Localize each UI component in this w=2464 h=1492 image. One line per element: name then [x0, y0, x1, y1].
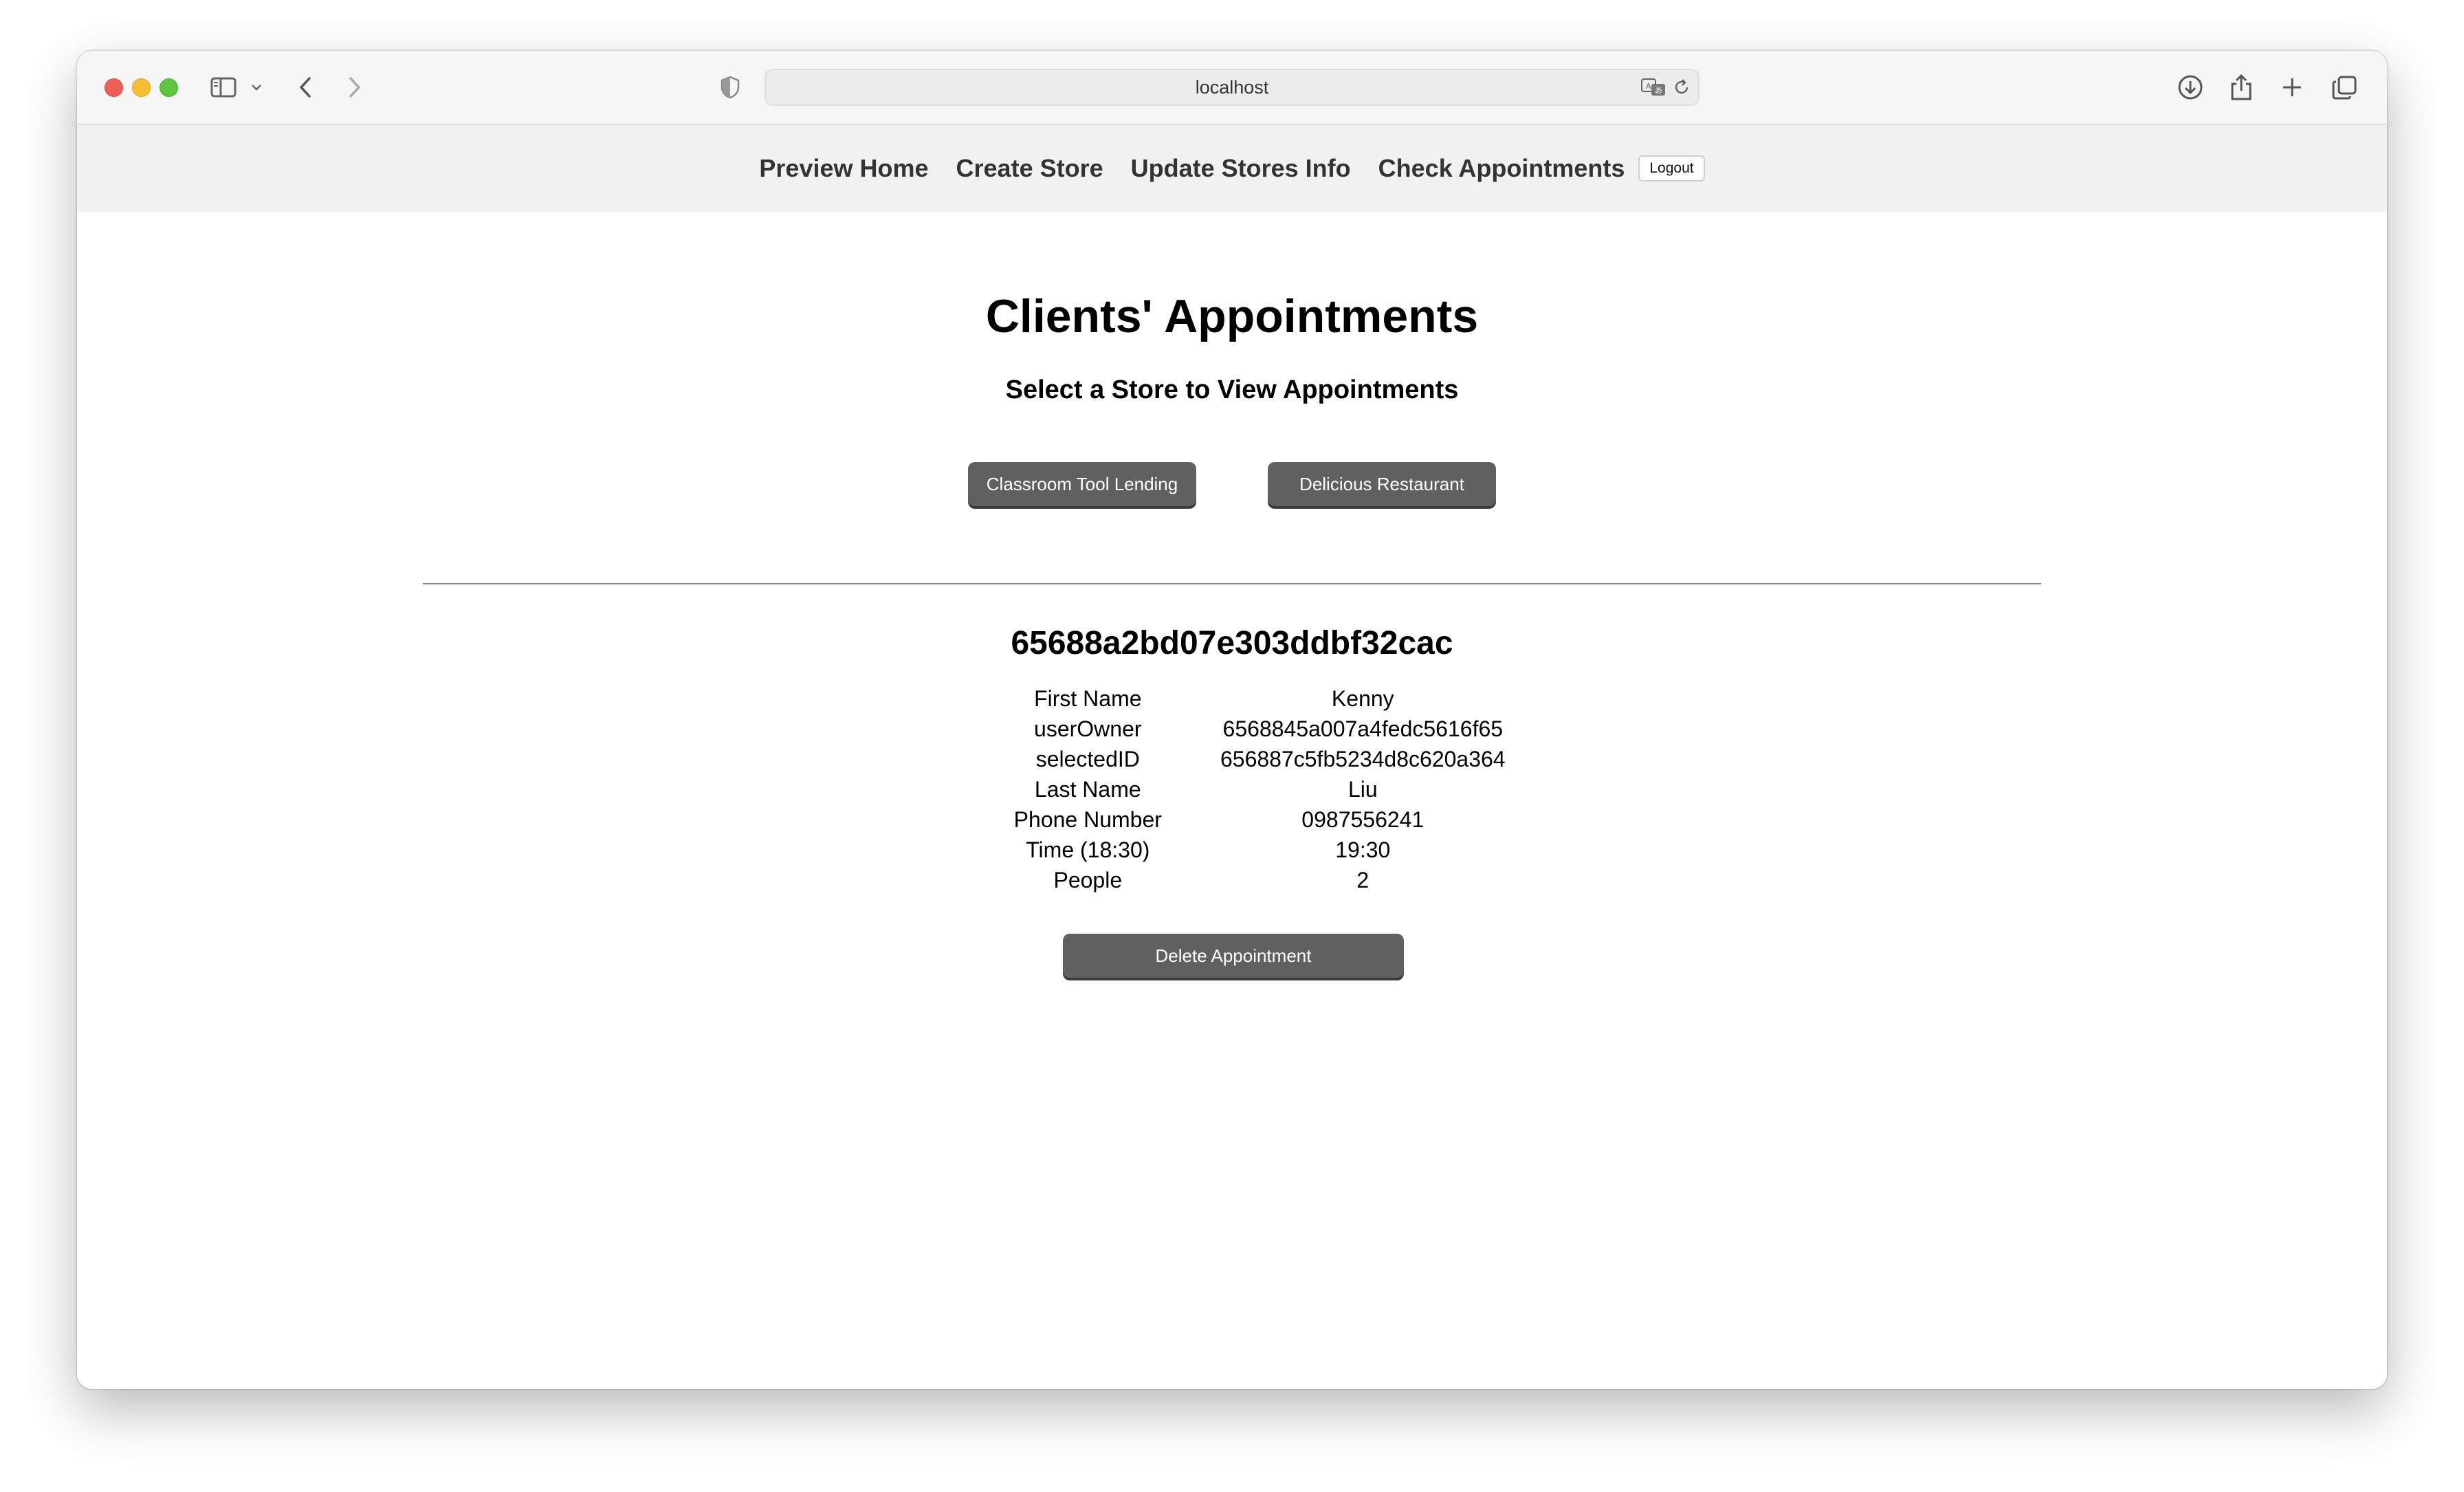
field-value: 656887c5fb5234d8c620a364 [1220, 747, 1506, 771]
close-window-button[interactable] [104, 78, 123, 97]
store-button-delicious-restaurant[interactable]: Delicious Restaurant [1268, 462, 1496, 506]
table-row: Time (18:30) 19:30 [995, 835, 1545, 865]
logout-button[interactable]: Logout [1638, 155, 1705, 182]
minimize-window-button[interactable] [132, 78, 151, 97]
field-label: First Name [1034, 686, 1142, 711]
browser-window: localhost Aあ Preview Home Create Store U… [77, 51, 2387, 1389]
sidebar-icon[interactable] [210, 72, 238, 103]
field-label: Time (18:30) [1026, 837, 1150, 862]
share-icon[interactable] [2229, 72, 2254, 103]
field-label: userOwner [1034, 716, 1142, 741]
field-label: Phone Number [1013, 807, 1162, 832]
store-button-group: Classroom Tool Lending Delicious Restaur… [77, 462, 2387, 506]
table-row: People 2 [995, 865, 1545, 895]
chevron-down-icon[interactable] [250, 72, 263, 103]
field-label: People [1053, 868, 1123, 892]
delete-appointment-button[interactable]: Delete Appointment [1063, 934, 1404, 978]
page-title: Clients' Appointments [985, 290, 1479, 342]
download-icon[interactable] [2177, 72, 2204, 103]
field-value: Kenny [1331, 686, 1394, 711]
translate-icon[interactable]: Aあ [1640, 72, 1668, 103]
table-row: Last Name Liu [995, 774, 1545, 804]
nav-update-stores-info[interactable]: Update Stores Info [1131, 154, 1351, 183]
new-tab-icon[interactable] [2280, 72, 2304, 103]
tab-overview-icon[interactable] [2331, 72, 2358, 103]
zoom-window-button[interactable] [160, 78, 178, 97]
table-row: selectedID 656887c5fb5234d8c620a364 [995, 744, 1545, 774]
appointment-details-table: First Name Kenny userOwner 6568845a007a4… [995, 683, 1545, 895]
site-navbar: Preview Home Create Store Update Stores … [77, 125, 2387, 212]
section-divider [423, 583, 2041, 584]
browser-toolbar: localhost Aあ [77, 51, 2387, 125]
page-subtitle: Select a Store to View Appointments [1005, 375, 1459, 404]
nav-preview-home[interactable]: Preview Home [759, 154, 928, 183]
svg-text:A: A [1646, 82, 1651, 91]
table-row: Phone Number 0987556241 [995, 804, 1545, 835]
svg-text:あ: あ [1655, 86, 1662, 95]
field-value: 19:30 [1335, 837, 1391, 862]
main-content: Clients' Appointments Select a Store to … [77, 212, 2387, 1389]
address-bar[interactable]: localhost Aあ [764, 69, 1700, 106]
forward-icon[interactable] [344, 72, 364, 103]
nav-check-appointments[interactable]: Check Appointments [1378, 154, 1625, 183]
url-text: localhost [1195, 76, 1269, 98]
field-label: selectedID [1035, 747, 1140, 771]
shield-icon[interactable] [719, 72, 741, 103]
field-value: 6568845a007a4fedc5616f65 [1222, 716, 1504, 741]
field-value: Liu [1348, 777, 1378, 802]
nav-create-store[interactable]: Create Store [956, 154, 1103, 183]
field-value: 2 [1356, 868, 1370, 892]
back-icon[interactable] [296, 72, 316, 103]
reload-icon[interactable] [1672, 72, 1691, 103]
store-button-classroom-tool-lending[interactable]: Classroom Tool Lending [968, 462, 1196, 506]
table-row: userOwner 6568845a007a4fedc5616f65 [995, 714, 1545, 744]
field-value: 0987556241 [1301, 807, 1424, 832]
appointment-id: 65688a2bd07e303ddbf32cac [1011, 625, 1453, 661]
field-label: Last Name [1034, 777, 1141, 802]
table-row: First Name Kenny [995, 683, 1545, 714]
